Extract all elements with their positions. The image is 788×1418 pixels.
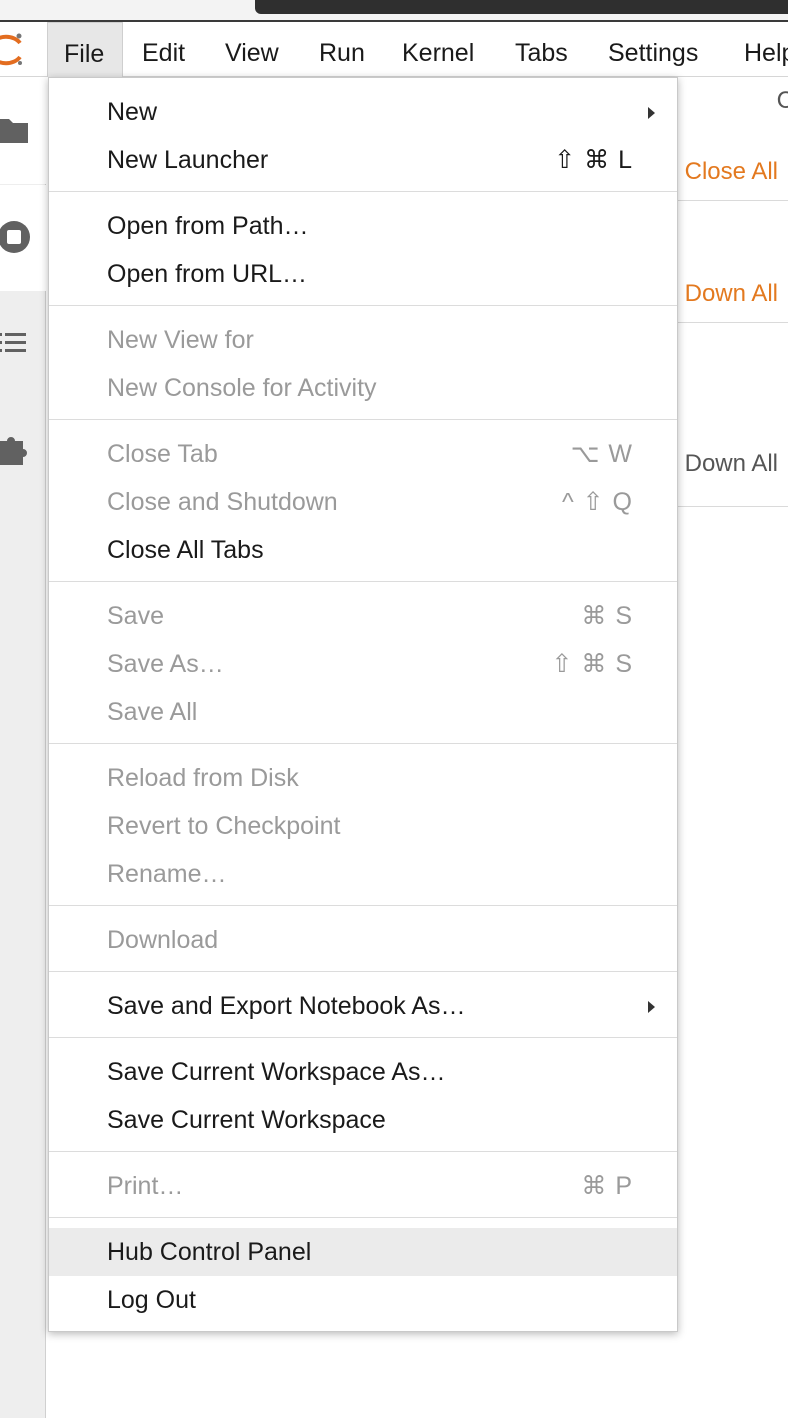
file-menu-dropdown: New New Launcher ⇧ ⌘ L Open from Path… O… (48, 77, 678, 1332)
running-sessions-panel: C Close All Shut Down All Shut Down All (629, 77, 788, 507)
menu-item-label: Save All (107, 698, 198, 726)
menu-item-label: Save As… (107, 650, 224, 678)
menu-item-label: Save and Export Notebook As… (107, 992, 466, 1020)
menu-item-shortcut: ⌘ S (581, 602, 633, 630)
menu-item-new-view-for[interactable]: New View for (49, 316, 677, 364)
panel-divider (678, 200, 788, 201)
menu-tabs[interactable]: Tabs (515, 22, 568, 77)
jupyter-logo-icon (0, 33, 22, 66)
panel-divider (678, 322, 788, 323)
running-stop-icon (0, 221, 30, 253)
menu-help[interactable]: Help (744, 22, 788, 77)
menu-item-label: Save (107, 602, 164, 630)
menu-item-save-and-export[interactable]: Save and Export Notebook As… (49, 982, 677, 1030)
menu-settings[interactable]: Settings (608, 22, 698, 77)
menu-item-new[interactable]: New (49, 88, 677, 136)
menu-separator (49, 419, 677, 420)
menu-item-close-and-shutdown[interactable]: Close and Shutdown ^ ⇧ Q (49, 478, 677, 526)
menu-view[interactable]: View (225, 22, 279, 77)
menu-separator (49, 1217, 677, 1218)
panel-divider (678, 506, 788, 507)
menu-item-shortcut: ⌥ W (570, 440, 633, 468)
menu-item-new-console-for-activity[interactable]: New Console for Activity (49, 364, 677, 412)
menu-item-save-as[interactable]: Save As… ⇧ ⌘ S (49, 640, 677, 688)
menu-item-label: Revert to Checkpoint (107, 812, 341, 840)
menu-item-new-launcher[interactable]: New Launcher ⇧ ⌘ L (49, 136, 677, 184)
menu-item-label: New (107, 98, 158, 126)
menu-item-label: Print… (107, 1172, 184, 1200)
menu-item-revert-to-checkpoint[interactable]: Revert to Checkpoint (49, 802, 677, 850)
sidebar-tab-files[interactable] (0, 77, 46, 184)
menu-item-save-all[interactable]: Save All (49, 688, 677, 736)
table-of-contents-icon[interactable] (0, 328, 28, 358)
menu-item-shortcut: ^ ⇧ Q (561, 488, 633, 516)
menu-item-reload-from-disk[interactable]: Reload from Disk (49, 754, 677, 802)
menubar: File Edit View Run Kernel Tabs Settings … (0, 22, 788, 77)
menu-item-open-from-path[interactable]: Open from Path… (49, 202, 677, 250)
menu-item-label: Save Current Workspace As… (107, 1058, 446, 1086)
extension-puzzle-icon[interactable] (0, 431, 32, 467)
folder-icon (0, 119, 28, 143)
panel-clipped-glyph: C (776, 87, 788, 114)
menu-item-print[interactable]: Print… ⌘ P (49, 1162, 677, 1210)
menu-file[interactable]: File (47, 22, 123, 77)
submenu-arrow-icon (648, 1001, 655, 1013)
menu-separator (49, 191, 677, 192)
menu-item-label: Download (107, 926, 219, 954)
menu-separator (49, 305, 677, 306)
browser-chrome-bar (255, 0, 788, 14)
menu-item-close-all-tabs[interactable]: Close All Tabs (49, 526, 677, 574)
menu-item-label: Close and Shutdown (107, 488, 338, 516)
menu-item-save[interactable]: Save ⌘ S (49, 592, 677, 640)
menu-separator (49, 581, 677, 582)
menu-item-label: Rename… (107, 860, 227, 888)
menu-separator (49, 1037, 677, 1038)
left-activity-bar (0, 77, 46, 1418)
menu-item-shortcut: ⌘ P (581, 1172, 633, 1200)
menu-item-download[interactable]: Download (49, 916, 677, 964)
menu-edit[interactable]: Edit (142, 22, 185, 77)
menu-item-label: New View for (107, 326, 254, 354)
menu-run[interactable]: Run (319, 22, 365, 77)
menu-item-shortcut: ⇧ ⌘ S (551, 650, 633, 678)
menu-item-label: Open from URL… (107, 260, 308, 288)
menu-item-label: Reload from Disk (107, 764, 299, 792)
menu-separator (49, 971, 677, 972)
menu-item-label: Hub Control Panel (107, 1238, 312, 1266)
menu-separator (49, 905, 677, 906)
menu-item-save-workspace[interactable]: Save Current Workspace (49, 1096, 677, 1144)
menu-kernel[interactable]: Kernel (402, 22, 474, 77)
menu-item-hub-control-panel[interactable]: Hub Control Panel (49, 1228, 677, 1276)
menu-item-close-tab[interactable]: Close Tab ⌥ W (49, 430, 677, 478)
menu-item-label: Log Out (107, 1286, 196, 1314)
menu-item-label: New Launcher (107, 146, 269, 174)
sidebar-tab-running[interactable] (0, 185, 46, 291)
close-all-link[interactable]: Close All (685, 158, 778, 186)
menu-item-save-workspace-as[interactable]: Save Current Workspace As… (49, 1048, 677, 1096)
menu-separator (49, 1151, 677, 1152)
menu-item-rename[interactable]: Rename… (49, 850, 677, 898)
menu-item-label: Close All Tabs (107, 536, 264, 564)
menu-item-log-out[interactable]: Log Out (49, 1276, 677, 1324)
menu-item-label: Close Tab (107, 440, 218, 468)
window-top-strip (0, 0, 788, 22)
submenu-arrow-icon (648, 107, 655, 119)
menu-item-open-from-url[interactable]: Open from URL… (49, 250, 677, 298)
menu-item-label: New Console for Activity (107, 374, 377, 402)
menu-item-shortcut: ⇧ ⌘ L (554, 146, 633, 174)
menu-item-label: Save Current Workspace (107, 1106, 386, 1134)
menu-item-label: Open from Path… (107, 212, 309, 240)
menu-separator (49, 743, 677, 744)
